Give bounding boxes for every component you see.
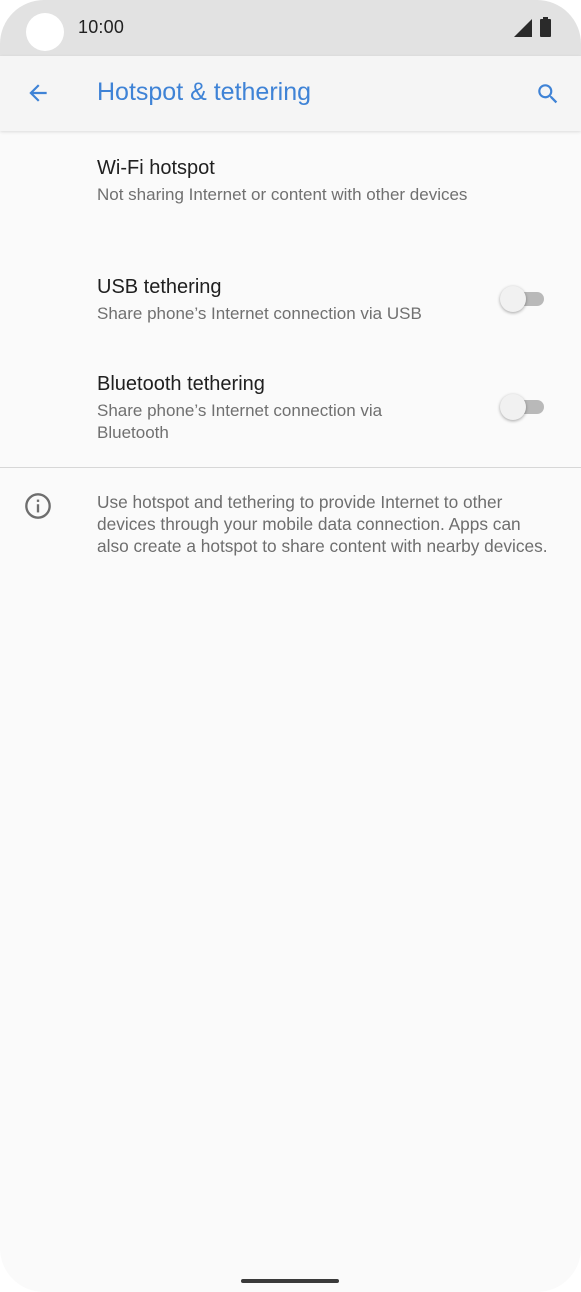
search-icon (538, 84, 558, 104)
usb-tethering-switch[interactable] (500, 285, 546, 313)
phone-screen: 10:00 Hotspot & tethering Wi-Fi hotspot … (0, 0, 581, 1292)
status-time: 10:00 (78, 17, 125, 37)
status-bar: 10:00 (0, 0, 581, 56)
bluetooth-tethering-switch[interactable] (500, 393, 546, 421)
info-description: Use hotspot and tethering to provide Int… (97, 492, 548, 556)
usb-tethering-row[interactable]: USB tethering Share phone’s Internet con… (0, 255, 581, 350)
info-icon (25, 493, 51, 519)
bluetooth-tethering-title: Bluetooth tethering (97, 373, 265, 395)
wifi-hotspot-row[interactable]: Wi-Fi hotspot Not sharing Internet or co… (0, 132, 581, 242)
bluetooth-tethering-summary: Share phone’s Internet connection via Bl… (97, 401, 383, 442)
switch-thumb (500, 394, 526, 420)
usb-tethering-summary: Share phone’s Internet connection via US… (97, 304, 422, 323)
wifi-hotspot-summary: Not sharing Internet or content with oth… (97, 185, 468, 204)
gesture-nav-handle[interactable] (241, 1279, 339, 1283)
back-button[interactable] (18, 73, 58, 113)
wifi-hotspot-title: Wi-Fi hotspot (97, 157, 215, 179)
battery-icon (540, 17, 551, 37)
arrow-back-icon (29, 84, 47, 102)
front-camera (26, 13, 64, 51)
switch-thumb (500, 286, 526, 312)
signal-icon (514, 19, 532, 37)
page-title: Hotspot & tethering (97, 78, 312, 106)
app-bar: Hotspot & tethering (0, 56, 581, 131)
search-button[interactable] (528, 74, 568, 114)
section-divider (0, 467, 581, 468)
usb-tethering-title: USB tethering (97, 276, 222, 298)
bluetooth-tethering-row[interactable]: Bluetooth tethering Share phone’s Intern… (0, 352, 581, 464)
